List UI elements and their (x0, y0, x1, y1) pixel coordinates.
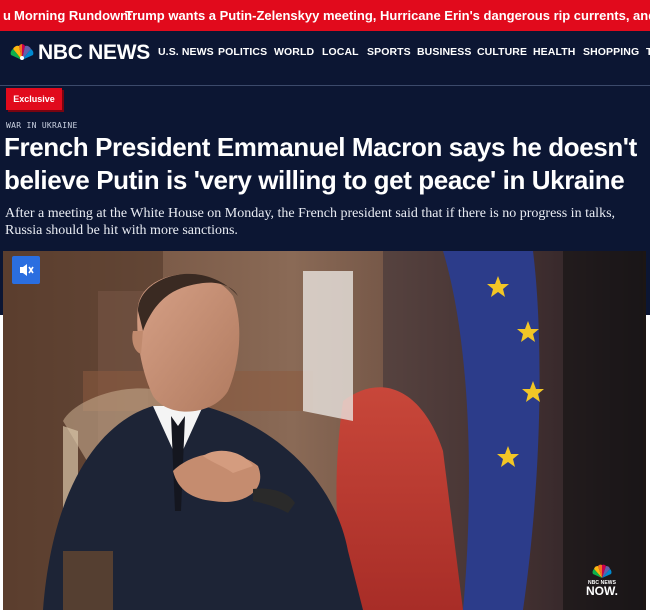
ticker-lead: u (3, 8, 11, 23)
video-frame (3, 251, 646, 610)
peacock-icon (10, 44, 34, 60)
breaking-news-ticker[interactable]: u Morning Rundown: Trump wants a Putin-Z… (0, 0, 650, 31)
nav-item-health[interactable]: HEALTH (533, 46, 575, 58)
article-headline: French President Emmanuel Macron says he… (4, 132, 637, 195)
nav-item-sports[interactable]: SPORTS (367, 46, 411, 58)
article-dek: After a meeting at the White House on Mo… (5, 206, 616, 238)
mute-button[interactable] (12, 256, 40, 284)
nbc-news-now-label: NBC NEWS NOW. (586, 580, 618, 597)
nav-item-world[interactable]: WORLD (274, 46, 314, 58)
nav-item-shopping[interactable]: SHOPPING (583, 46, 639, 58)
category-link[interactable]: WAR IN UKRAINE (6, 121, 78, 130)
site-header: NBC NEWS U.S. NEWS POLITICS WORLD LOCAL … (0, 31, 650, 74)
video-player[interactable] (3, 251, 646, 610)
nbc-news-now-big-text: NOW. (586, 584, 618, 598)
nav-item-local[interactable]: LOCAL (322, 46, 359, 58)
nav-item-business[interactable]: BUSINESS (417, 46, 471, 58)
header-divider (0, 85, 650, 86)
muted-speaker-icon (20, 264, 34, 276)
ticker-text[interactable]: Trump wants a Putin-Zelenskyy meeting, H… (125, 0, 650, 31)
logo-wordmark: NBC NEWS (38, 41, 150, 64)
nav-item-politics[interactable]: POLITICS (218, 46, 267, 58)
nav-item-truncated[interactable]: T (646, 46, 650, 58)
exclusive-badge: Exclusive (6, 88, 62, 110)
nav-item-culture[interactable]: CULTURE (477, 46, 527, 58)
nav-item-us-news[interactable]: U.S. NEWS (158, 46, 214, 58)
ticker-label: Morning Rundown: (14, 8, 133, 23)
